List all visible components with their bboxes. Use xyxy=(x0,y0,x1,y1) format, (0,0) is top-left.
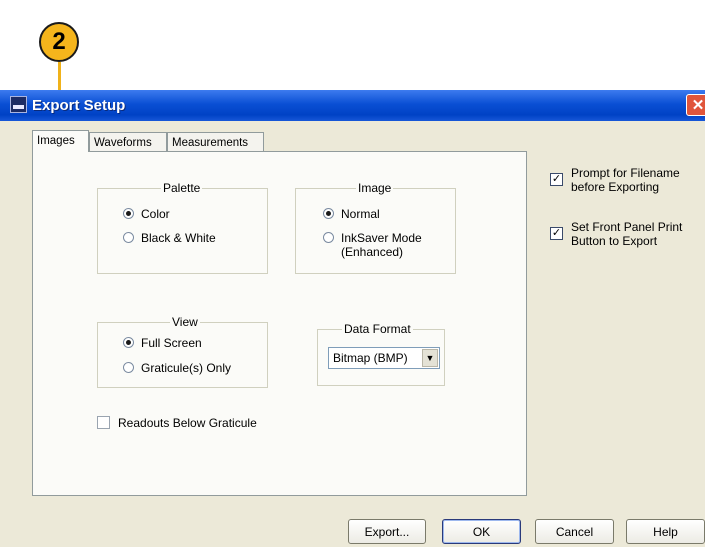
ok-button[interactable]: OK xyxy=(442,519,521,544)
export-button[interactable]: Export... xyxy=(348,519,426,544)
front-panel-print-checkbox[interactable]: ✓ Set Front Panel Print Button to Export xyxy=(550,220,700,248)
tab-waveforms[interactable]: Waveforms xyxy=(89,132,167,152)
help-button[interactable]: Help xyxy=(626,519,705,544)
tab-measurements[interactable]: Measurements xyxy=(167,132,264,152)
dropdown-arrow-icon[interactable]: ▼ xyxy=(422,349,438,367)
images-tab-panel: Palette Color Black & White Image Normal… xyxy=(32,151,527,496)
radio-inksaver[interactable]: InkSaver Mode (Enhanced) xyxy=(323,231,443,259)
radio-color[interactable]: Color xyxy=(123,207,170,221)
readouts-below-graticule-checkbox[interactable]: Readouts Below Graticule xyxy=(97,416,257,430)
radio-full-screen-label: Full Screen xyxy=(141,336,202,350)
tab-measurements-label: Measurements xyxy=(172,137,249,149)
ok-button-label: OK xyxy=(472,524,491,539)
radio-graticule-only-label: Graticule(s) Only xyxy=(141,361,232,375)
export-button-label: Export... xyxy=(364,524,410,539)
cancel-button-label: Cancel xyxy=(555,524,594,539)
view-group: View Full Screen Graticule(s) Only xyxy=(97,315,268,388)
title-bar[interactable]: Export Setup ✕ xyxy=(0,90,705,121)
radio-inksaver-label: InkSaver Mode (Enhanced) xyxy=(341,231,422,259)
app-window-icon xyxy=(10,96,27,113)
radio-button-icon xyxy=(323,232,334,243)
tab-images[interactable]: Images xyxy=(32,130,89,152)
radio-graticule-only[interactable]: Graticule(s) Only xyxy=(123,361,231,375)
checkbox-checked-icon: ✓ xyxy=(550,173,563,186)
close-button[interactable]: ✕ xyxy=(686,94,705,116)
palette-group-title: Palette xyxy=(161,181,203,195)
palette-group: Palette Color Black & White xyxy=(97,181,268,274)
radio-normal[interactable]: Normal xyxy=(323,207,380,221)
help-button-label: Help xyxy=(653,524,678,539)
data-format-select[interactable]: Bitmap (BMP) ▼ xyxy=(328,347,440,369)
radio-normal-label: Normal xyxy=(341,207,380,221)
image-group-title: Image xyxy=(356,181,394,195)
prompt-filename-label: Prompt for Filename before Exporting xyxy=(571,166,680,194)
prompt-filename-checkbox[interactable]: ✓ Prompt for Filename before Exporting xyxy=(550,166,700,194)
radio-button-icon xyxy=(123,208,134,219)
tab-images-label: Images xyxy=(37,135,75,147)
close-icon: ✕ xyxy=(691,97,705,114)
readouts-label: Readouts Below Graticule xyxy=(118,416,257,430)
export-setup-dialog: Export Setup ✕ Images Waveforms Measurem… xyxy=(0,90,705,547)
radio-button-icon xyxy=(323,208,334,219)
data-format-value: Bitmap (BMP) xyxy=(333,351,408,365)
image-group: Image Normal InkSaver Mode (Enhanced) xyxy=(295,181,456,274)
radio-button-icon xyxy=(123,362,134,373)
checkbox-checked-icon: ✓ xyxy=(550,227,563,240)
window-title: Export Setup xyxy=(32,97,126,114)
view-group-title: View xyxy=(170,315,200,329)
front-panel-print-label: Set Front Panel Print Button to Export xyxy=(571,220,683,248)
cancel-button[interactable]: Cancel xyxy=(535,519,614,544)
radio-button-icon xyxy=(123,337,134,348)
data-format-group: Data Format Bitmap (BMP) ▼ xyxy=(317,322,445,386)
data-format-group-title: Data Format xyxy=(342,322,413,336)
radio-button-icon xyxy=(123,232,134,243)
radio-full-screen[interactable]: Full Screen xyxy=(123,336,202,350)
checkbox-icon xyxy=(97,416,110,429)
callout-number-badge: 2 xyxy=(39,22,79,62)
tab-waveforms-label: Waveforms xyxy=(94,137,152,149)
radio-black-white-label: Black & White xyxy=(141,231,216,245)
radio-black-white[interactable]: Black & White xyxy=(123,231,216,245)
radio-color-label: Color xyxy=(141,207,170,221)
